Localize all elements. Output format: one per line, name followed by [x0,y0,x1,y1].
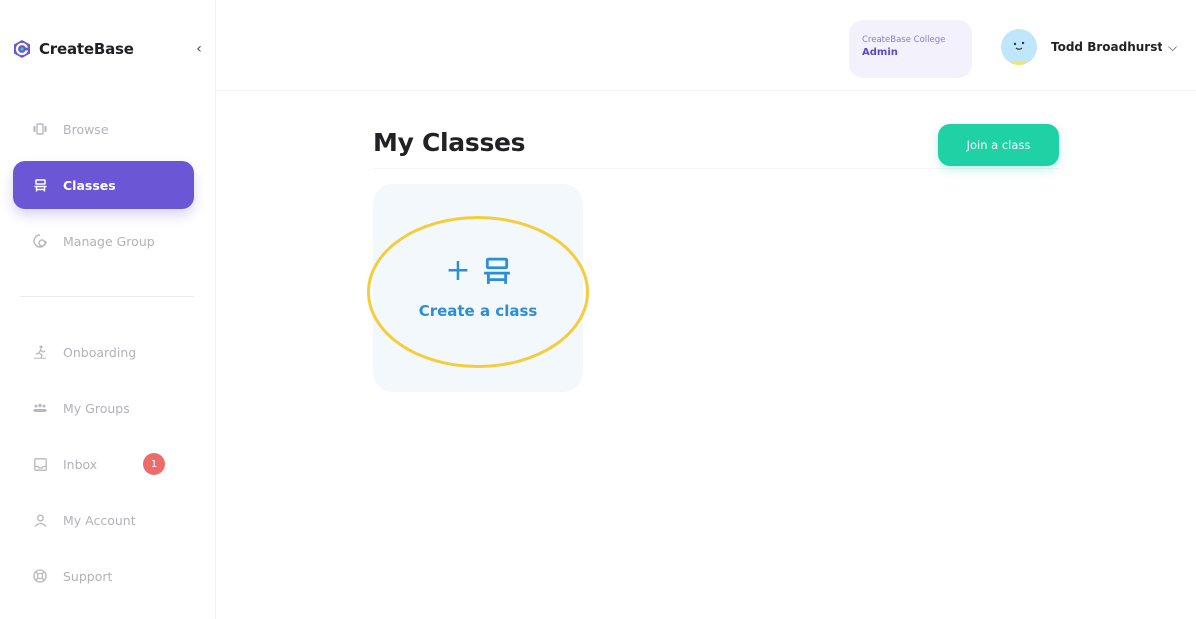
plus-icon: + [445,253,471,288]
sidebar-item-label: Support [63,568,113,584]
avatar [1001,29,1037,65]
org-name: CreateBase College [862,35,946,45]
sidebar: CreateBase ‹ Browse Classes Manage Group… [0,0,216,619]
sidebar-item-label: Browse [63,121,109,137]
sidebar-item-support[interactable]: Support [13,552,194,600]
createbase-logo-icon [14,40,30,58]
sidebar-item-label: Inbox [63,456,98,472]
inbox-unread-badge: 1 [143,453,165,475]
sidebar-item-label: Classes [63,177,116,193]
create-class-label: Create a class [418,302,538,320]
create-class-card[interactable]: + Create a class [373,184,583,392]
groups-icon [33,401,47,415]
user-name: Todd Broadhurst [1051,40,1162,54]
create-class-icons: + [426,256,530,286]
sidebar-divider [20,296,194,297]
chevron-down-icon[interactable]: ⌵ [1168,40,1177,55]
manage-group-icon [33,234,47,248]
sidebar-item-manage-group[interactable]: Manage Group [13,217,194,265]
classes-icon [483,257,510,284]
brand-name: CreateBase [39,40,134,58]
sidebar-item-label: Manage Group [63,233,155,249]
title-divider [373,168,1059,169]
brand[interactable]: CreateBase [12,38,134,60]
sidebar-item-classes[interactable]: Classes [13,161,194,209]
page-title: My Classes [373,128,526,157]
join-class-button[interactable]: Join a class [938,124,1059,166]
sidebar-item-my-account[interactable]: My Account [13,496,194,544]
sidebar-item-onboarding[interactable]: Onboarding [13,328,194,376]
support-icon [33,569,47,583]
user-menu[interactable]: Todd Broadhurst ⌵ [1001,29,1177,65]
onboarding-icon [33,345,47,359]
inbox-icon [33,457,47,471]
browse-icon [33,122,47,136]
org-switcher[interactable]: CreateBase College Admin [849,20,972,78]
sidebar-item-my-groups[interactable]: My Groups [13,384,194,432]
sidebar-item-inbox[interactable]: Inbox [13,440,194,488]
chevron-left-icon[interactable]: ‹ [192,38,206,60]
sidebar-item-label: Onboarding [63,344,137,360]
sidebar-item-label: My Account [63,512,136,528]
sidebar-item-label: My Groups [63,400,130,416]
classes-icon [33,178,47,192]
sidebar-item-browse[interactable]: Browse [13,105,194,153]
org-role: Admin [862,47,898,58]
top-bar: CreateBase College Admin Todd Broadhurst… [216,0,1196,91]
account-icon [33,513,47,527]
